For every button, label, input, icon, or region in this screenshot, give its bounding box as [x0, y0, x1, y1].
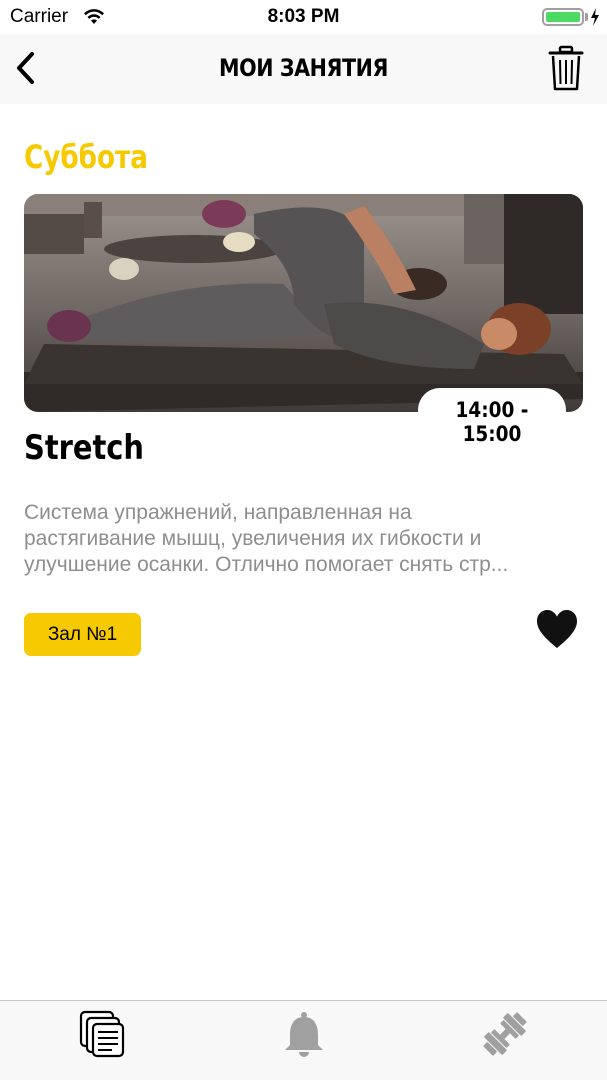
back-button[interactable] [10, 48, 42, 88]
tab-bar [0, 1000, 607, 1080]
class-description: Система упражнений, направленная на раст… [24, 500, 580, 578]
class-photo[interactable] [24, 194, 583, 412]
status-bar: Carrier 8:03 PM [0, 0, 607, 34]
description-line: улучшение осанки. Отлично помогает снять… [24, 553, 509, 576]
heart-icon[interactable] [535, 608, 579, 652]
dumbbell-icon[interactable] [480, 1009, 530, 1059]
navigation-bar: МОИ ЗАНЯТИЯ [0, 34, 607, 104]
time-badge: 14:00 - 15:00 [418, 388, 566, 446]
battery-icon [542, 8, 584, 26]
clock: 8:03 PM [267, 6, 340, 27]
hall-badge[interactable]: Зал №1 [24, 613, 141, 656]
page-title: МОИ ЗАНЯТИЯ [219, 54, 388, 82]
time-range: 14:00 - 15:00 [455, 398, 529, 446]
trash-icon[interactable] [546, 44, 586, 92]
day-heading: Суббота [24, 138, 148, 176]
description-line: Система упражнений, направленная на [24, 501, 412, 524]
document-list-icon[interactable] [78, 1009, 128, 1059]
class-title: Stretch [24, 428, 145, 468]
bell-icon[interactable] [279, 1009, 329, 1059]
hall-label: Зал №1 [47, 624, 118, 645]
charging-bolt-icon [591, 8, 599, 26]
description-line: растягивание мышц, увеличения их гибкост… [24, 527, 482, 550]
